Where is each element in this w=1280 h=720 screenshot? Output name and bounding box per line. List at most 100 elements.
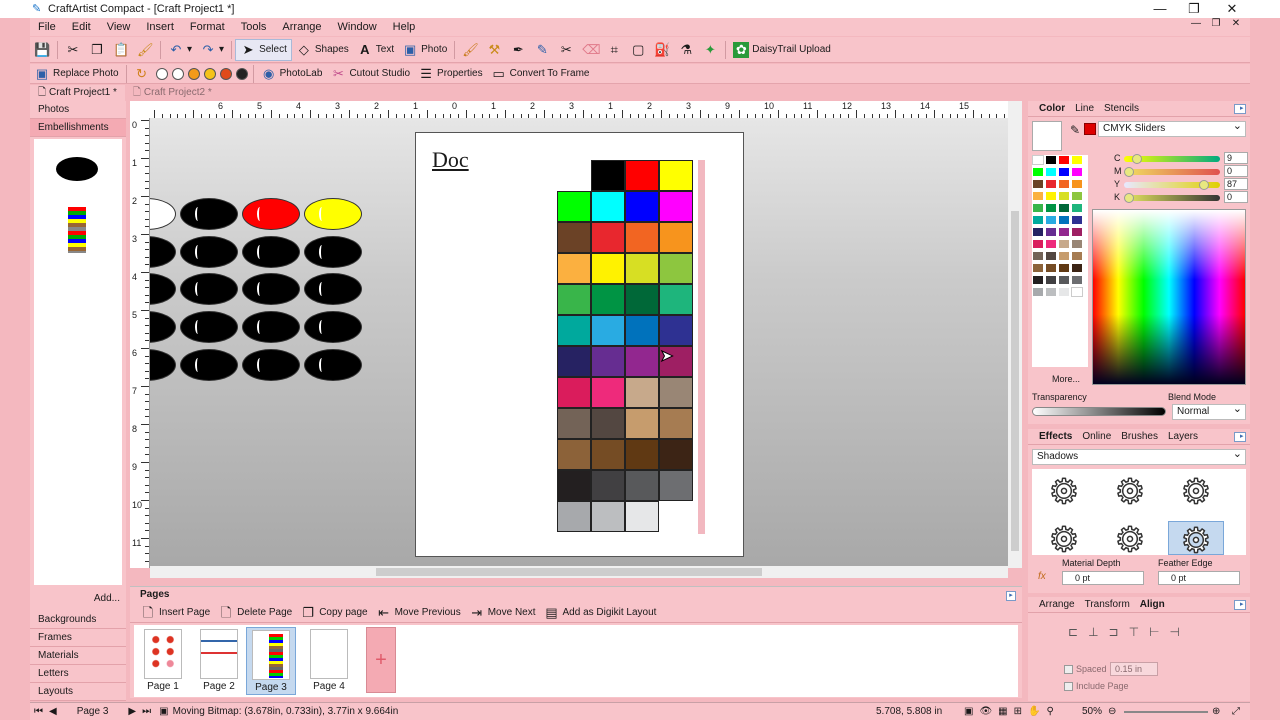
effects-panel-pin-icon[interactable]: ▸	[1234, 431, 1246, 442]
slider-knob[interactable]	[1131, 154, 1142, 164]
align-top-icon[interactable]: ⊤	[1129, 625, 1139, 639]
color-swatch[interactable]	[1045, 227, 1057, 237]
cmyk-slider-k[interactable]: K0	[1114, 191, 1250, 204]
redo-button[interactable]: ↷ ▾	[196, 39, 228, 61]
color-mode-dropdown[interactable]: CMYK Sliders	[1098, 119, 1246, 137]
vertical-ruler[interactable]: 0 1 2 3 4 5 6 7 8 9 10 11	[130, 118, 150, 568]
color-swatch[interactable]	[1045, 179, 1057, 189]
menu-arrange[interactable]: Arrange	[274, 21, 329, 33]
orange-swatch-button[interactable]	[187, 67, 200, 80]
zoom-in-icon[interactable]: ⊕	[1212, 706, 1220, 717]
copy-button[interactable]: ❐	[85, 39, 109, 61]
oval-embellishment[interactable]	[150, 311, 176, 343]
color-swatch[interactable]	[1032, 287, 1044, 297]
cmyk-slider-y[interactable]: Y 87	[1114, 178, 1250, 191]
oval-embellishment[interactable]	[242, 198, 300, 230]
slider-track[interactable]	[1124, 193, 1220, 203]
color-swatch[interactable]	[1045, 203, 1057, 213]
color-swatch[interactable]	[1032, 191, 1044, 201]
text-tool-button[interactable]: A Text	[353, 39, 398, 61]
vertical-scrollbar[interactable]	[1008, 101, 1022, 568]
tab-backgrounds[interactable]: Backgrounds	[30, 611, 126, 629]
stamp-tool-button[interactable]: ⚒	[482, 39, 506, 61]
tab-color[interactable]: Color	[1034, 103, 1070, 114]
undo-button[interactable]: ↶ ▾	[164, 39, 196, 61]
color-swatch[interactable]	[1071, 239, 1083, 249]
fill-line-swatch[interactable]	[1032, 121, 1062, 151]
color-swatch[interactable]	[1058, 287, 1070, 297]
align-panel-pin-icon[interactable]: ▸	[1234, 599, 1246, 610]
cmyk-slider-m[interactable]: M0	[1114, 165, 1250, 178]
color-swatch[interactable]	[1032, 251, 1044, 261]
color-swatch[interactable]	[1071, 203, 1083, 213]
cmyk-slider-c[interactable]: C9	[1114, 152, 1250, 165]
project-page[interactable]: Doc	[415, 132, 744, 557]
transparency-slider[interactable]	[1032, 407, 1166, 416]
rotate-button[interactable]: ↻	[130, 65, 154, 83]
oval-embellishment[interactable]	[180, 273, 238, 305]
tab-layouts[interactable]: Layouts	[30, 683, 126, 701]
oval-embellishment[interactable]	[180, 311, 238, 343]
cut-button[interactable]: ✂	[61, 39, 85, 61]
current-color-swatch[interactable]	[1084, 123, 1096, 135]
oval-embellishment[interactable]	[150, 236, 176, 268]
zoom-tool-icon[interactable]: ⚲	[1046, 706, 1053, 717]
format-painter-button[interactable]: 🖌	[133, 39, 157, 61]
color-swatch[interactable]	[1071, 275, 1083, 285]
doc-tab-project2[interactable]: 🗋 Craft Project2 *	[125, 85, 220, 101]
slider-value-input[interactable]: 0	[1224, 165, 1248, 177]
red-swatch-button[interactable]	[219, 67, 232, 80]
zoom-slider[interactable]	[1124, 711, 1208, 713]
tab-frames[interactable]: Frames	[30, 629, 126, 647]
include-page-checkbox[interactable]	[1064, 682, 1073, 691]
doc-minimize-button[interactable]: —	[1186, 18, 1206, 29]
color-swatch[interactable]	[1032, 227, 1044, 237]
frame-tool-button[interactable]: ▢	[626, 39, 650, 61]
gear-icon[interactable]: ⚙	[1036, 472, 1092, 512]
tab-arrange[interactable]: Arrange	[1034, 599, 1080, 610]
oval-embellishment[interactable]	[242, 349, 300, 381]
transparency-tool-button[interactable]: ⚗	[674, 39, 698, 61]
color-swatch[interactable]	[1058, 191, 1070, 201]
feather-edge-input[interactable]: 0 pt	[1158, 571, 1240, 585]
copy-page-button[interactable]: ❐ Copy page	[296, 604, 371, 622]
workspace-canvas[interactable]: Doc ➤	[150, 118, 1008, 568]
effects-tool-button[interactable]: ✦	[698, 39, 722, 61]
color-swatch[interactable]	[1032, 215, 1044, 225]
tab-effects[interactable]: Effects	[1034, 431, 1077, 442]
horizontal-ruler[interactable]: 6 5 4 3 2 1 0 1 2 3 1 2 3 9 10 11 12 13 14 15	[150, 101, 1008, 119]
effects-category-dropdown[interactable]: Shadows	[1032, 447, 1246, 465]
oval-embellishment[interactable]	[150, 198, 176, 230]
slider-track[interactable]	[1124, 154, 1220, 164]
tab-brushes[interactable]: Brushes	[1116, 431, 1163, 442]
blend-mode-dropdown[interactable]: Normal	[1172, 402, 1246, 420]
doc-close-button[interactable]: ✕	[1226, 18, 1246, 29]
slider-value-input[interactable]: 87	[1224, 178, 1248, 190]
properties-button[interactable]: ☰ Properties	[414, 65, 487, 83]
gear-icon[interactable]: ⚙	[1168, 521, 1224, 555]
tab-letters[interactable]: Letters	[30, 665, 126, 683]
vertical-scroll-thumb[interactable]	[1011, 211, 1019, 551]
slider-knob[interactable]	[1198, 180, 1209, 190]
color-swatch[interactable]	[1071, 167, 1083, 177]
color-swatch[interactable]	[1032, 167, 1044, 177]
color-swatch[interactable]	[1032, 203, 1044, 213]
shapes-tool-button[interactable]: ◇ Shapes	[292, 39, 353, 61]
slider-track[interactable]	[1124, 180, 1220, 190]
horizontal-scrollbar[interactable]	[150, 566, 1008, 578]
photolab-button[interactable]: ◉ PhotoLab	[257, 65, 327, 83]
gear-icon[interactable]: ⚙	[1168, 472, 1224, 512]
minimize-button[interactable]: —	[1142, 0, 1178, 18]
color-swatch[interactable]	[1058, 155, 1070, 165]
first-page-icon[interactable]: ⏮	[34, 706, 43, 717]
brush-tool-button[interactable]: 🖌	[458, 39, 482, 61]
menu-edit[interactable]: Edit	[64, 21, 99, 33]
tab-align[interactable]: Align	[1135, 599, 1170, 610]
slider-knob[interactable]	[1124, 193, 1134, 203]
convert-to-frame-button[interactable]: ▭ Convert To Frame	[487, 65, 594, 83]
color-swatch[interactable]	[1058, 263, 1070, 273]
color-swatch[interactable]	[1071, 155, 1083, 165]
color-swatch[interactable]	[1058, 215, 1070, 225]
spacing-input[interactable]: 0.15 in	[1110, 662, 1158, 676]
menu-tools[interactable]: Tools	[233, 21, 275, 33]
